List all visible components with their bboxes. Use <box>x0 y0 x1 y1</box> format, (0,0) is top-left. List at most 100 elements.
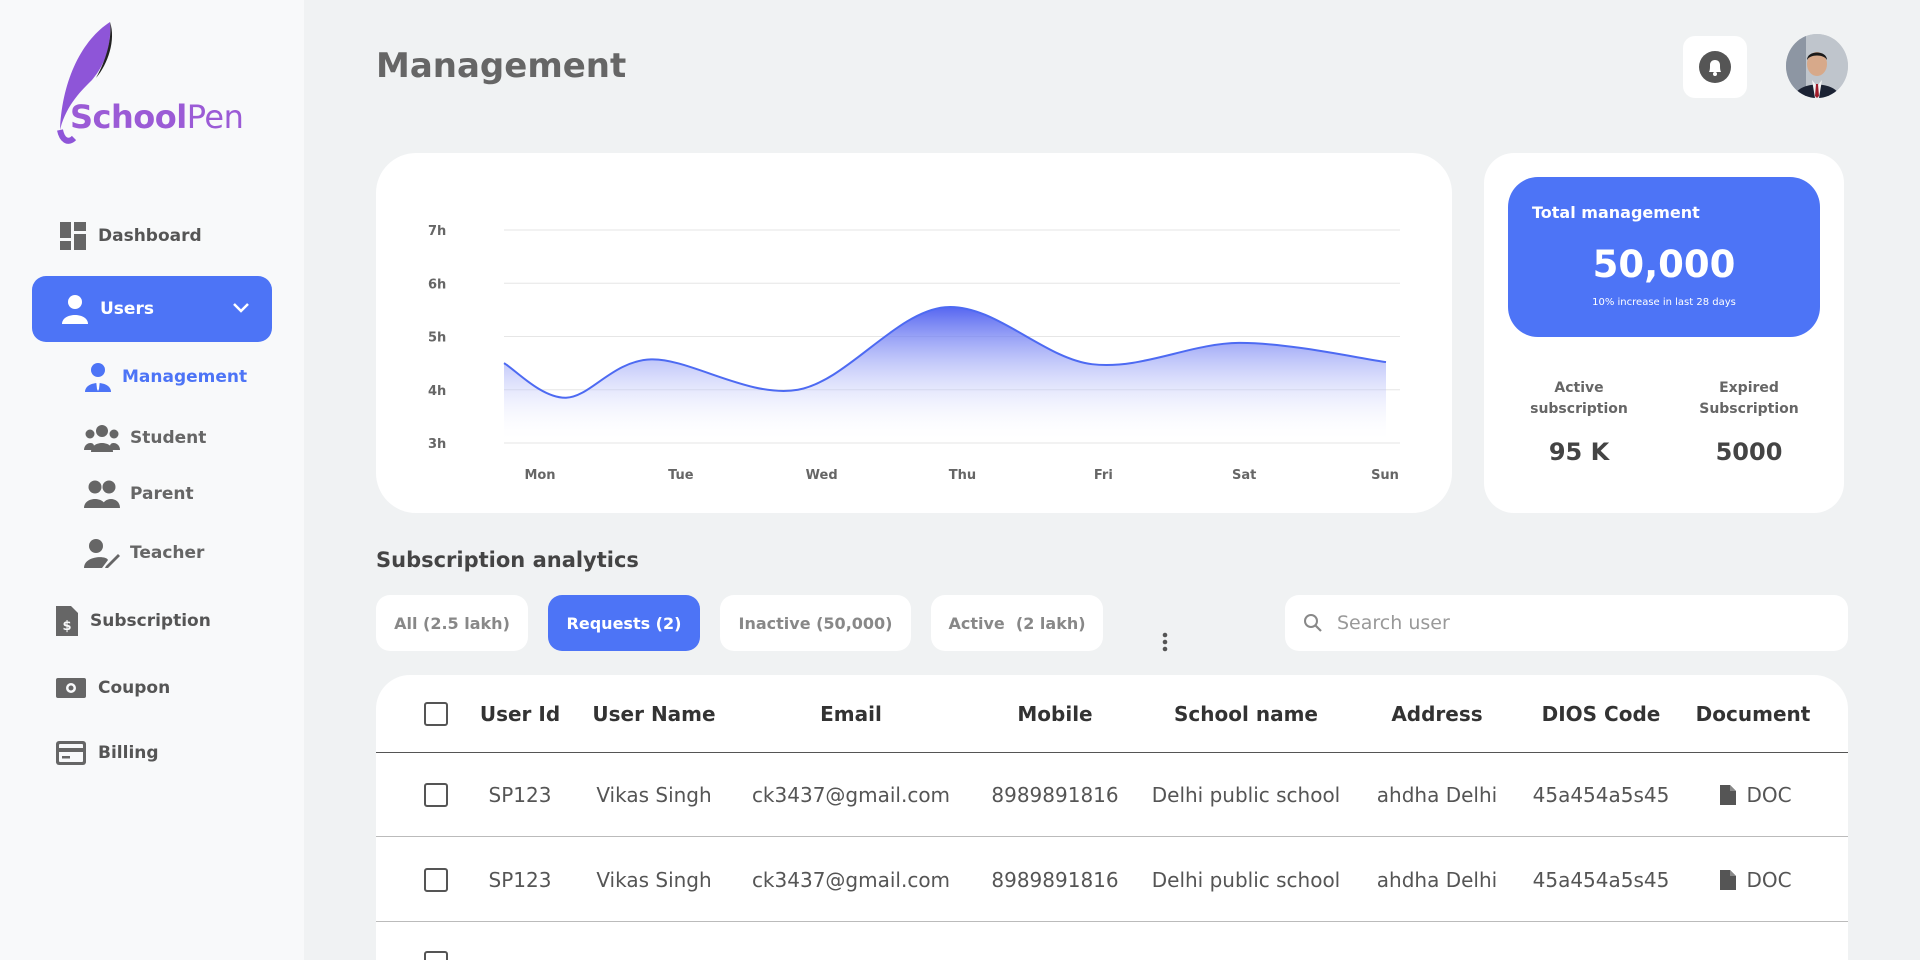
cell-mobile: 8989891816 <box>991 867 1119 892</box>
sidebar-subitem-teacher[interactable]: Teacher <box>84 538 204 568</box>
y-tick-label: 6h <box>428 277 446 292</box>
row-checkbox[interactable] <box>424 867 448 892</box>
user-edit-icon <box>84 539 120 568</box>
profile-photo <box>1786 34 1848 98</box>
table-row[interactable]: SP123 Vikas Singh ck3437@gmail.com 89898… <box>376 838 1848 922</box>
cell-user-name: Vikas Singh <box>596 867 712 892</box>
expired-subscription-stat: Expired Subscription 5000 <box>1674 378 1824 466</box>
sidebar-item-coupon[interactable]: Coupon <box>56 678 170 698</box>
search-input[interactable] <box>1337 612 1817 634</box>
cell-user-id: SP123 <box>488 867 552 892</box>
column-header[interactable]: Address <box>1362 675 1512 752</box>
sidebar-item-users[interactable]: Users <box>32 276 272 342</box>
x-tick-label: Thu <box>949 468 976 483</box>
cell-address: ahdha Delhi <box>1376 867 1498 892</box>
total-subtext: 10% increase in last 28 days <box>1592 297 1736 308</box>
document-label: DOC <box>1746 782 1792 807</box>
select-all-cell <box>416 675 456 752</box>
cell-email: ck3437@gmail.com <box>751 867 951 892</box>
filter-active[interactable]: Active (2 lakh) <box>931 595 1103 651</box>
x-tick-label: Sun <box>1371 468 1399 483</box>
expired-subscription-value: 5000 <box>1715 438 1783 466</box>
column-header[interactable]: User Name <box>584 675 724 752</box>
sidebar-subitem-label: Student <box>130 428 207 448</box>
credit-card-icon <box>56 741 86 765</box>
y-tick-label: 5h <box>428 331 446 346</box>
dashboard-icon <box>60 222 86 250</box>
more-options-icon[interactable] <box>1162 632 1168 652</box>
user-icon <box>62 295 88 324</box>
bell-icon <box>1699 51 1731 83</box>
select-all-checkbox[interactable] <box>424 701 448 726</box>
y-tick-label: 7h <box>428 224 446 239</box>
column-header[interactable]: School name <box>1146 675 1346 752</box>
row-checkbox[interactable] <box>424 951 448 960</box>
cell-user-name: Vikas Singh <box>596 782 712 807</box>
sidebar-subitem-parent[interactable]: Parent <box>84 480 194 508</box>
sidebar-item-label: Dashboard <box>98 226 202 246</box>
brand-name: SchoolPen <box>70 98 244 136</box>
column-header[interactable]: Document <box>1686 675 1820 752</box>
cell-document[interactable]: DOC <box>1706 838 1806 921</box>
page-title: Management <box>376 46 627 86</box>
sidebar-item-dashboard[interactable]: Dashboard <box>60 222 202 250</box>
sidebar: SchoolPen Dashboard Users Management Stu… <box>0 0 304 960</box>
notifications-button[interactable] <box>1683 36 1747 98</box>
x-tick-label: Fri <box>1094 468 1113 483</box>
total-value: 50,000 <box>1592 243 1736 286</box>
summary-card: Total management 50,000 10% increase in … <box>1484 153 1844 513</box>
row-checkbox[interactable] <box>424 782 448 807</box>
table-row-partial <box>376 923 1848 960</box>
total-label: Total management <box>1532 203 1700 222</box>
active-subscription-value: 95 K <box>1548 438 1610 466</box>
cell-school-name: Delhi public school <box>1151 782 1341 807</box>
sidebar-subitem-label: Teacher <box>130 543 205 563</box>
money-icon <box>56 678 86 698</box>
column-header[interactable]: User Id <box>472 675 568 752</box>
filter-all[interactable]: All (2.5 lakh) <box>376 595 528 651</box>
sidebar-item-label: Billing <box>98 743 159 763</box>
column-header[interactable]: Email <box>740 675 962 752</box>
table-header-row: User Id User Name Email Mobile School na… <box>376 675 1848 753</box>
cell-address: ahdha Delhi <box>1376 782 1498 807</box>
filter-requests[interactable]: Requests (2) <box>548 595 700 651</box>
cell-school-name: Delhi public school <box>1151 867 1341 892</box>
row-select-cell <box>416 923 456 960</box>
avatar[interactable] <box>1786 34 1848 98</box>
group-icon <box>84 425 120 452</box>
column-header[interactable]: DIOS Code <box>1526 675 1676 752</box>
sidebar-subitem-student[interactable]: Student <box>84 424 206 452</box>
table-row[interactable]: SP123 Vikas Singh ck3437@gmail.com 89898… <box>376 753 1848 837</box>
cell-mobile: 8989891816 <box>991 782 1119 807</box>
row-select-cell <box>416 838 456 921</box>
area-chart: 3h 4h 5h 6h 7h Mon Tue Wed Thu Fri Sat Sun <box>428 224 1400 483</box>
active-subscription-label: Active subscription <box>1530 380 1628 417</box>
cell-dios-code: 45a454a5s45 <box>1532 867 1670 892</box>
chevron-down-icon[interactable] <box>232 298 250 316</box>
series-area <box>504 306 1386 443</box>
sidebar-item-subscription[interactable]: $ Subscription <box>56 606 211 636</box>
section-title: Subscription analytics <box>376 548 639 572</box>
sidebar-subitem-management[interactable]: Management <box>84 362 247 392</box>
x-tick-label: Sat <box>1232 468 1256 483</box>
cell-user-id: SP123 <box>488 782 552 807</box>
sidebar-item-billing[interactable]: Billing <box>56 741 159 765</box>
sidebar-subitem-label: Parent <box>130 484 194 504</box>
search-icon <box>1304 614 1322 632</box>
column-header[interactable]: Mobile <box>978 675 1132 752</box>
brand-logo: SchoolPen <box>52 20 252 150</box>
total-management-box: Total management 50,000 10% increase in … <box>1508 177 1820 337</box>
y-tick-label: 3h <box>428 437 446 452</box>
people-icon <box>84 480 120 508</box>
cell-document[interactable]: DOC <box>1706 753 1806 836</box>
invoice-icon: $ <box>56 606 78 636</box>
document-label: DOC <box>1746 867 1792 892</box>
cell-dios-code: 45a454a5s45 <box>1532 782 1670 807</box>
manager-icon <box>85 363 111 392</box>
filter-inactive[interactable]: Inactive (50,000) <box>720 595 911 651</box>
usage-chart-card: 3h 4h 5h 6h 7h Mon Tue Wed Thu Fri Sat Sun <box>376 153 1452 513</box>
document-icon <box>1720 869 1737 890</box>
active-subscription-stat: Active subscription 95 K <box>1504 378 1654 466</box>
search-box[interactable] <box>1285 595 1848 651</box>
row-select-cell <box>416 753 456 836</box>
